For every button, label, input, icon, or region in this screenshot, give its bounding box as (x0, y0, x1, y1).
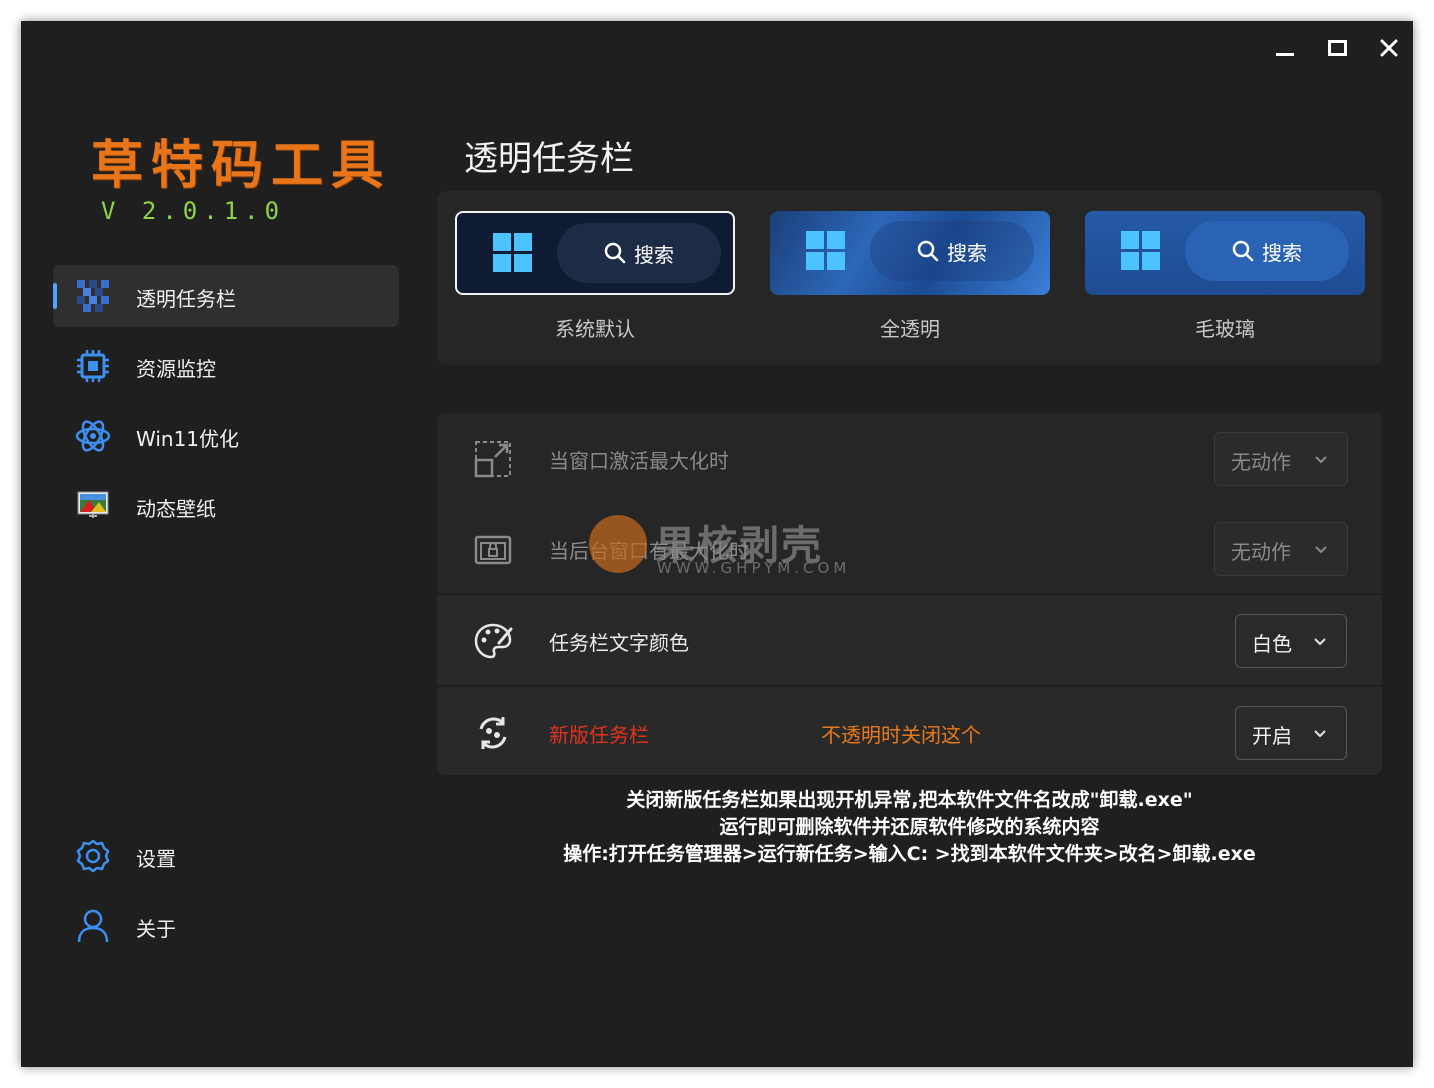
search-pill: 搜索 (1185, 221, 1349, 281)
minimize-icon (1276, 52, 1294, 56)
search-label: 搜索 (1262, 240, 1302, 265)
note-line-3: 操作:打开任务管理器>运行新任务>输入C: >找到本软件文件夹>改名>卸载.ex… (563, 843, 1256, 865)
sidebar-item-label: 设置 (136, 847, 176, 871)
sidebar-item-label: Win11优化 (136, 427, 240, 451)
chevron-down-icon (1315, 546, 1327, 554)
gear-icon (76, 839, 110, 873)
dropdown-value: 无动作 (1231, 540, 1291, 564)
style-label-transparent: 全透明 (880, 317, 940, 341)
sidebar-item-resource-monitor[interactable]: 资源监控 (53, 335, 399, 397)
background-window-icon (474, 535, 512, 565)
chevron-down-icon (1314, 730, 1326, 738)
cpu-chip-icon (77, 350, 109, 382)
new-taskbar-dropdown[interactable]: 开启 (1235, 706, 1347, 760)
setting-label: 任务栏文字颜色 (549, 631, 689, 655)
active-indicator (53, 283, 57, 309)
taskbar-style-panel: 搜索 系统默认 搜索 全透明 搜索 毛玻璃 (437, 191, 1382, 365)
search-label: 搜索 (947, 240, 987, 265)
maximize-icon (1327, 40, 1347, 56)
sidebar-item-transparent-taskbar[interactable]: 透明任务栏 (53, 265, 399, 327)
style-card-acrylic[interactable]: 搜索 (1085, 211, 1365, 295)
note-line-1: 关闭新版任务栏如果出现开机异常,把本软件文件名改成"卸载.exe" (626, 789, 1193, 811)
setting-label: 当窗口激活最大化时 (549, 449, 729, 473)
dropdown-value: 白色 (1252, 632, 1292, 656)
sidebar-item-win11-optimize[interactable]: Win11优化 (53, 405, 399, 467)
setting-hint: 不透明时关闭这个 (821, 723, 981, 747)
close-icon (1380, 39, 1398, 57)
refresh-icon (479, 717, 507, 749)
windows-logo-icon (493, 233, 532, 272)
dropdown-value: 无动作 (1231, 450, 1291, 474)
style-label-default: 系统默认 (555, 317, 635, 341)
active-maximized-dropdown[interactable]: 无动作 (1214, 432, 1348, 486)
transparent-taskbar-icon (77, 280, 109, 312)
dropdown-value: 开启 (1252, 724, 1292, 748)
sidebar-item-settings[interactable]: 设置 (53, 825, 399, 887)
chevron-down-icon (1315, 456, 1327, 464)
page-title: 透明任务栏 (464, 139, 634, 179)
wallpaper-icon (77, 491, 109, 518)
app-window: 草特码工具 V 2.0.1.0 透明任务栏 资源监控 Win11优化 动态壁纸 … (21, 21, 1413, 1067)
user-icon (77, 909, 109, 943)
palette-icon (474, 623, 513, 659)
setting-row-new-taskbar: 新版任务栏 不透明时关闭这个 开启 (437, 685, 1382, 775)
search-label: 搜索 (634, 242, 674, 267)
watermark-url: WWW.GHPYM.COM (657, 559, 851, 577)
text-color-dropdown[interactable]: 白色 (1235, 614, 1347, 668)
app-version: V 2.0.1.0 (101, 197, 286, 225)
maximize-window-icon (474, 441, 511, 478)
settings-panel: 当窗口激活最大化时 无动作 当后台窗口有最大化时 无动作 任务栏文字颜色 白色 … (437, 413, 1382, 775)
close-button[interactable] (1374, 35, 1404, 61)
note-line-2: 运行即可删除软件并还原软件修改的系统内容 (719, 816, 1100, 838)
chevron-down-icon (1314, 638, 1326, 646)
setting-row-background-maximized: 当后台窗口有最大化时 无动作 (437, 503, 1382, 593)
watermark-logo-icon (589, 515, 647, 573)
style-label-acrylic: 毛玻璃 (1195, 317, 1255, 341)
windows-logo-icon (1121, 231, 1160, 270)
setting-label: 新版任务栏 (549, 723, 649, 747)
search-icon (1232, 240, 1254, 262)
minimize-button[interactable] (1270, 35, 1300, 61)
search-pill: 搜索 (557, 223, 721, 283)
sidebar-item-label: 关于 (136, 917, 176, 941)
search-icon (604, 242, 626, 264)
style-card-transparent[interactable]: 搜索 (770, 211, 1050, 295)
search-pill: 搜索 (870, 221, 1034, 281)
setting-row-text-color: 任务栏文字颜色 白色 (437, 593, 1382, 685)
app-brand-title: 草特码工具 (91, 135, 392, 196)
sidebar-item-about[interactable]: 关于 (53, 895, 399, 957)
atom-icon (75, 420, 111, 452)
style-card-default[interactable]: 搜索 (455, 211, 735, 295)
sidebar-item-label: 资源监控 (136, 357, 216, 381)
maximize-button[interactable] (1322, 35, 1352, 61)
sidebar-item-label: 透明任务栏 (136, 287, 236, 311)
windows-logo-icon (806, 231, 845, 270)
watermark: 果核剥壳 WWW.GHPYM.COM (589, 513, 879, 583)
background-maximized-dropdown[interactable]: 无动作 (1214, 522, 1348, 576)
sidebar-item-label: 动态壁纸 (136, 497, 216, 521)
search-icon (917, 240, 939, 262)
setting-row-active-maximized: 当窗口激活最大化时 无动作 (437, 413, 1382, 503)
sidebar-item-dynamic-wallpaper[interactable]: 动态壁纸 (53, 475, 399, 537)
